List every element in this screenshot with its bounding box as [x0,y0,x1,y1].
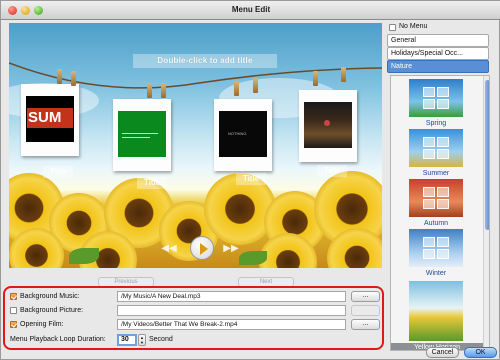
no-menu-option[interactable]: No Menu [387,21,491,33]
photo-thumbnail [118,111,166,157]
background-music-browse-button[interactable]: ... [351,291,380,302]
menu-photo-frame-4[interactable] [299,90,357,162]
template-grid-icon [423,237,449,259]
background-music-field[interactable]: /My Music/A New Deal.mp3 [117,291,346,302]
template-list-scrollbar[interactable] [483,76,489,350]
play-icon[interactable] [190,236,214,260]
photo-thumbnail-line [122,133,158,134]
loop-duration-stepper[interactable]: ▲ ▼ [138,334,146,346]
opening-film-label: Opening Film: [20,321,64,328]
opening-film-checkbox[interactable] [10,321,17,328]
background-music-label: Background Music: [20,293,80,300]
photo-title-2[interactable]: Title [137,177,167,189]
template-summer-thumb[interactable] [409,129,463,167]
template-winter-label: Winter [425,270,447,277]
background-picture-browse-button[interactable] [351,305,380,316]
clothespin [71,71,76,86]
background-picture-checkbox[interactable] [10,307,17,314]
template-autumn-thumb[interactable] [409,179,463,217]
cancel-button[interactable]: Cancel [426,347,459,358]
menu-edit-window: Menu Edit Double-click to add title SUM [0,0,500,360]
clothespin [253,78,258,93]
template-grid-icon [423,187,449,209]
playback-controls: ◀◀ ▶▶ [154,235,246,260]
photo-thumbnail-line [122,137,150,138]
template-summer-label: Summer [422,170,450,177]
menu-settings-panel: Background Music: /My Music/A New Deal.m… [3,286,384,350]
title-bar: Menu Edit [1,1,500,20]
photo-title-1[interactable]: Title [43,166,73,178]
opening-film-browse-button[interactable]: ... [351,319,380,330]
fast-forward-icon[interactable]: ▶▶ [222,243,240,254]
clothespin [57,69,62,84]
no-menu-checkbox[interactable] [389,24,396,31]
close-window-icon[interactable] [8,6,17,15]
menu-photo-frame-1[interactable]: SUM [21,84,79,156]
photo-thumbnail: SUM [26,96,74,142]
background-picture-label: Background Picture: [20,307,84,314]
category-holidays[interactable]: Holidays/Special Occ... [387,47,489,60]
no-menu-label: No Menu [399,23,428,30]
template-yellow-horizon-thumb[interactable] [409,281,463,341]
rewind-icon[interactable]: ◀◀ [160,243,178,254]
photo-thumbnail-text: SUM [28,109,62,126]
menu-preview-canvas[interactable]: Double-click to add title SUM NOTHING Ti… [9,23,382,268]
ok-button[interactable]: OK [464,347,497,358]
template-grid-icon [423,87,449,109]
menu-photo-frame-3[interactable]: NOTHING [214,99,272,171]
zoom-window-icon[interactable] [34,6,43,15]
background-music-checkbox[interactable] [10,293,17,300]
clothespin [234,81,239,96]
photo-thumbnail: NOTHING [219,111,267,157]
category-nature[interactable]: Nature [387,60,489,73]
minimize-window-icon[interactable] [21,6,30,15]
window-title: Menu Edit [231,5,271,14]
template-grid-icon [423,137,449,159]
photo-title-3[interactable]: Title [236,173,266,185]
clothespin [161,83,166,98]
scrollbar-thumb[interactable] [485,80,489,230]
template-winter-thumb[interactable] [409,229,463,267]
photo-title-4[interactable]: Title [317,165,347,177]
clothespin [147,83,152,98]
opening-film-field[interactable]: /My Videos/Better That We Break-2.mp4 [117,319,346,330]
loop-duration-label: Menu Playback Loop Duration: [10,336,106,343]
category-general[interactable]: General [387,34,489,47]
template-autumn-label: Autumn [423,220,449,227]
background-picture-field[interactable] [117,305,346,316]
photo-thumbnail [304,102,352,148]
loop-duration-input[interactable]: 30 [117,334,137,346]
template-spring-label: Spring [425,120,447,127]
template-spring-thumb[interactable] [409,79,463,117]
photo-thumbnail-detail [324,120,330,126]
template-list[interactable]: Spring Summer Autumn Winter Yellow Horiz… [390,75,490,351]
menu-photo-frame-2[interactable] [113,99,171,171]
leaf [69,248,99,264]
clothespin [313,71,318,86]
loop-duration-unit: Second [149,336,173,343]
clothespin [341,67,346,82]
photo-thumbnail-text: NOTHING [228,131,247,136]
